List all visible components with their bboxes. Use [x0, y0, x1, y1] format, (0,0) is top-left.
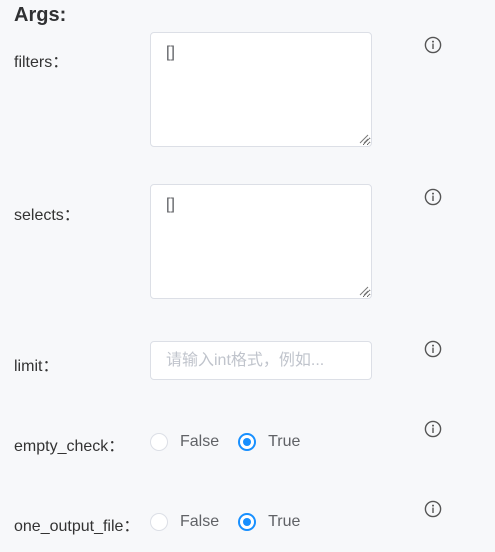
limit-label: limit：: [14, 358, 59, 375]
one-output-file-info-icon[interactable]: [424, 500, 442, 518]
radio-label-false: False: [180, 433, 220, 450]
empty-check-option-false[interactable]: False: [150, 433, 219, 451]
one-output-file-option-true[interactable]: True: [238, 513, 300, 531]
filters-label: filters：: [14, 54, 69, 71]
radio-label-true: True: [268, 433, 301, 450]
radio-button-false[interactable]: [150, 513, 168, 531]
radio-button-true[interactable]: [238, 513, 257, 531]
selects-label: selects：: [14, 207, 80, 224]
one-output-file-label: one_output_file：: [14, 518, 140, 535]
filters-info-icon[interactable]: [424, 36, 442, 54]
limit-input[interactable]: [150, 341, 372, 380]
radio-button-true[interactable]: [238, 433, 257, 451]
resize-grip-icon[interactable]: [359, 286, 369, 296]
empty-check-radio-group: False True: [150, 431, 319, 453]
radio-label-false: False: [180, 513, 220, 530]
limit-info-icon[interactable]: [424, 340, 442, 358]
selects-textarea[interactable]: []: [150, 184, 372, 299]
radio-label-true: True: [268, 513, 301, 530]
filters-textarea[interactable]: []: [150, 32, 372, 147]
empty-check-info-icon[interactable]: [424, 420, 442, 438]
resize-grip-icon[interactable]: [359, 134, 369, 144]
one-output-file-option-false[interactable]: False: [150, 513, 219, 531]
empty-check-label: empty_check：: [14, 438, 125, 455]
section-title: Args:: [14, 4, 67, 26]
selects-info-icon[interactable]: [424, 188, 442, 206]
one-output-file-radio-group: False True: [150, 511, 319, 533]
empty-check-option-true[interactable]: True: [238, 433, 300, 451]
radio-button-false[interactable]: [150, 433, 168, 451]
